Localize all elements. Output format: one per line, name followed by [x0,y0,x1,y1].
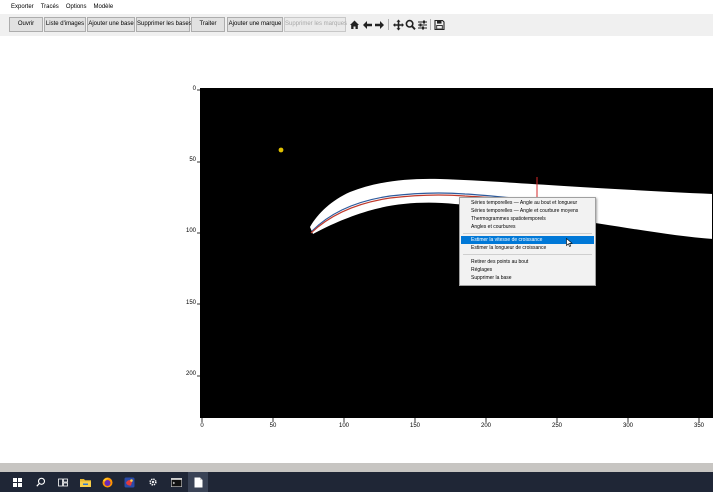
menu-modele[interactable]: Modèle [94,4,114,10]
y-tick-label: 0 [192,86,196,92]
add-mark-button[interactable]: Ajouter une marque [227,17,283,32]
menu-item-estimate-growth-speed[interactable]: Estimer la vitesse de croissance [461,236,594,244]
zoom-icon[interactable] [405,18,416,32]
y-tick-marks [197,89,201,377]
app-window: Exporter Tracés Options Modèle Ouvrir Li… [0,0,713,492]
settings-icon[interactable] [143,472,163,492]
search-icon[interactable] [31,472,51,492]
toolbar-separator [430,19,431,30]
process-button[interactable]: Traiter [191,17,225,32]
configure-subplots-icon[interactable] [417,18,428,32]
toolbar: Ouvrir Liste d'images Ajouter une base S… [0,14,713,36]
add-base-button[interactable]: Ajouter une base [87,17,135,32]
x-tick-label: 50 [269,423,277,429]
windows-start-icon[interactable] [7,472,27,492]
menu-item-settings[interactable]: Réglages [461,266,594,274]
forward-arrow-icon[interactable] [374,18,385,32]
x-tick-label: 0 [200,423,204,429]
menu-item-timeseries-tip-angle[interactable]: Séries temporelles — Angle au bout et lo… [461,199,594,207]
task-view-icon[interactable] [53,472,73,492]
open-button[interactable]: Ouvrir [9,17,43,32]
menu-item-estimate-growth-length[interactable]: Estimer la longueur de croissance [461,244,594,252]
delete-marks-button[interactable]: Supprimer les marques [284,17,347,32]
x-tick-label: 200 [480,423,491,429]
menu-item-spatiotemporal-thermograms[interactable]: Thermogrammes spatiotemporels [461,215,594,223]
x-tick-label: 100 [338,423,349,429]
menu-item-remove-tip-points[interactable]: Retirer des points au bout [461,258,594,266]
y-tick-label: 200 [185,371,196,377]
save-icon[interactable] [434,18,445,32]
pan-icon[interactable] [393,18,404,32]
y-tick-label: 150 [185,300,196,306]
menu-traces[interactable]: Tracés [41,4,59,10]
home-icon[interactable] [349,18,360,32]
context-menu: Séries temporelles — Angle au bout et lo… [459,197,596,286]
taskbar [0,472,713,492]
image-canvas[interactable] [200,88,713,418]
x-tick-label: 350 [693,423,704,429]
toolbar-separator [388,19,389,30]
menu-item-timeseries-mean-angle[interactable]: Séries temporelles — Angle et courbure m… [461,207,594,215]
x-tick-label: 250 [551,423,562,429]
firefox-icon[interactable] [97,472,117,492]
python-app-icon[interactable] [119,472,139,492]
mouse-cursor-icon [566,238,573,247]
menu-exporter[interactable]: Exporter [11,4,34,10]
x-tick-label: 150 [409,423,420,429]
file-explorer-icon[interactable] [75,472,95,492]
taskbar-top-strip [0,463,713,472]
menu-item-delete-base[interactable]: Supprimer la base [461,274,594,282]
y-tick-label: 50 [189,157,196,163]
y-tick-label: 100 [185,228,196,234]
menubar: Exporter Tracés Options Modèle [0,0,713,14]
image-list-button[interactable]: Liste d'images [44,17,86,32]
marker-dot [278,147,284,153]
plot-figure: 0 50 100 150 200 0 50 100 150 200 250 30… [0,36,713,460]
terminal-icon[interactable] [166,472,186,492]
document-icon[interactable] [188,472,208,492]
menu-separator [463,254,592,255]
menu-separator [463,233,592,234]
delete-bases-button[interactable]: Supprimer les bases [136,17,192,32]
menu-item-angles-curvatures[interactable]: Angles et courbures [461,223,594,231]
menu-options[interactable]: Options [66,4,87,10]
back-arrow-icon[interactable] [362,18,373,32]
x-tick-label: 300 [622,423,633,429]
